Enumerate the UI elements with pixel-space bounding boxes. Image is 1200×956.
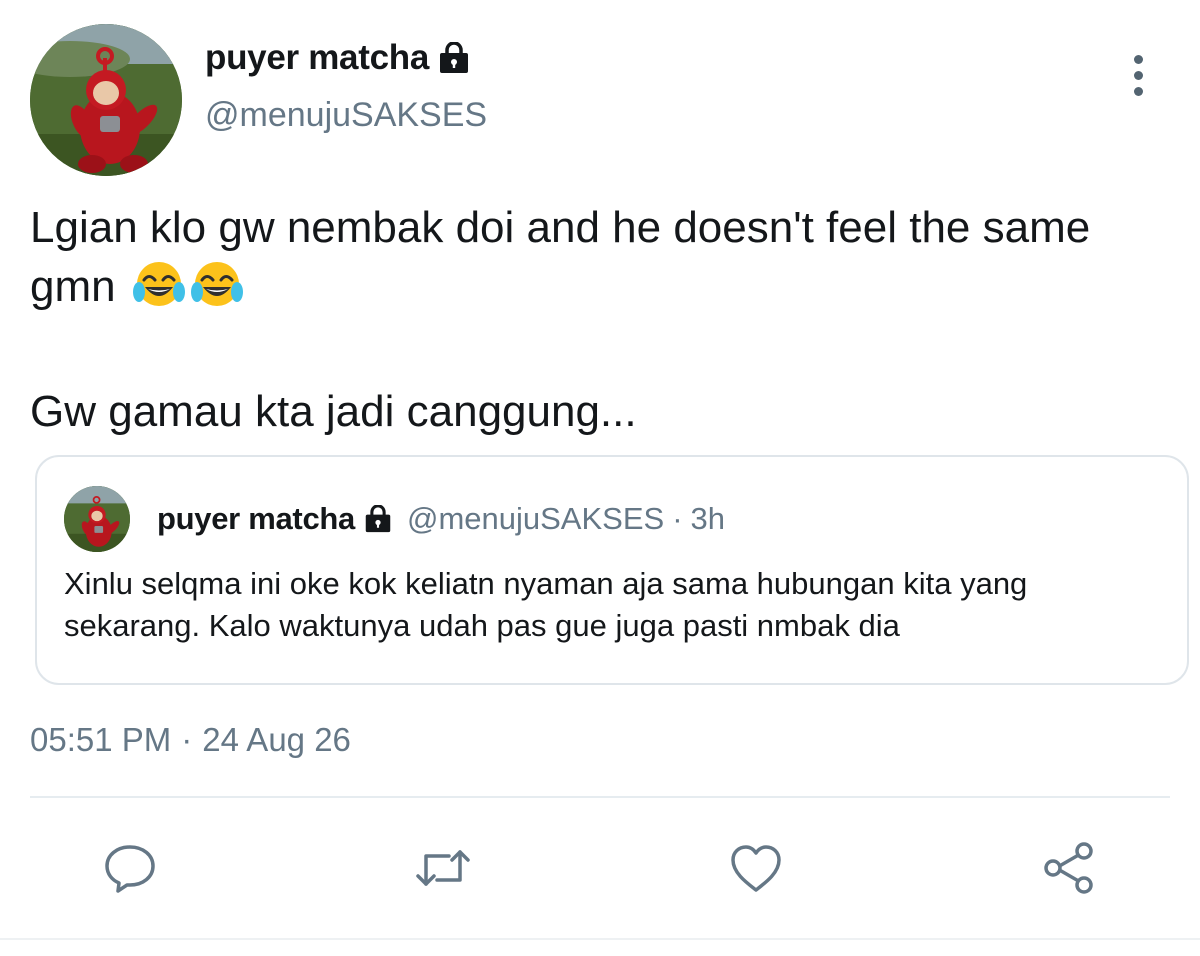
- tweet-timestamp[interactable]: 05:51 PM · 24 Aug 26: [30, 718, 351, 762]
- quoted-tweet-card[interactable]: puyer matcha @menujuSAKSES · 3h Xinlu se…: [35, 455, 1189, 685]
- more-vertical-icon-dot: [1133, 70, 1143, 80]
- more-vertical-icon: [1133, 54, 1143, 64]
- quoted-display-name: puyer matcha: [157, 501, 355, 536]
- quoted-handle: @menujuSAKSES: [406, 501, 665, 536]
- tweet-text-line: Gw gamau kta jadi canggung...: [30, 387, 637, 436]
- share-icon: [1044, 842, 1093, 894]
- share-button[interactable]: [1039, 838, 1099, 898]
- tweet-text-line: Lgian klo gw nembak doi and he doesn't f…: [30, 203, 1091, 252]
- tweet-text-segment: gmn: [30, 262, 116, 311]
- like-button[interactable]: [726, 838, 786, 898]
- quoted-tweet-text: Xinlu selqma ini oke kok keliatn nyaman …: [64, 566, 1028, 643]
- more-options-button[interactable]: [1116, 50, 1160, 100]
- retweet-icon: [416, 850, 470, 886]
- display-name[interactable]: puyer matcha: [205, 38, 429, 78]
- more-vertical-icon-dot: [1133, 86, 1143, 96]
- timestamp-date: 24 Aug 26: [202, 721, 351, 758]
- lock-icon: [363, 505, 393, 533]
- heart-icon: [731, 845, 781, 892]
- tweet-detail: puyer matcha @menujuSAKSES Lgian klo gw …: [0, 0, 1200, 956]
- author-avatar[interactable]: [30, 24, 182, 176]
- avatar-image: [30, 24, 182, 176]
- timestamp-separator: ·: [181, 721, 193, 758]
- quoted-time-ago: 3h: [690, 501, 725, 536]
- display-name-row: puyer matcha: [205, 36, 487, 80]
- timestamp-time: 05:51 PM: [30, 721, 172, 758]
- author-handle[interactable]: @menujuSAKSES: [205, 96, 487, 135]
- author-info: puyer matcha @menujuSAKSES: [205, 36, 487, 135]
- tweet-text: Lgian klo gw nembak doi and he doesn't f…: [30, 198, 1170, 441]
- bottom-divider: [0, 938, 1200, 940]
- reply-icon: [105, 845, 155, 893]
- quoted-separator: ·: [672, 501, 683, 536]
- laughing-crying-emoji-icon: [132, 259, 246, 324]
- lock-icon: [437, 42, 471, 74]
- reply-button[interactable]: [100, 838, 160, 898]
- retweet-button[interactable]: [413, 838, 473, 898]
- quoted-avatar-image: [64, 486, 130, 552]
- quoted-tweet-header: puyer matcha @menujuSAKSES · 3h: [157, 497, 725, 541]
- quoted-author-avatar: [64, 486, 130, 552]
- tweet-text-line: gmn: [30, 257, 1170, 324]
- divider: [30, 796, 1170, 798]
